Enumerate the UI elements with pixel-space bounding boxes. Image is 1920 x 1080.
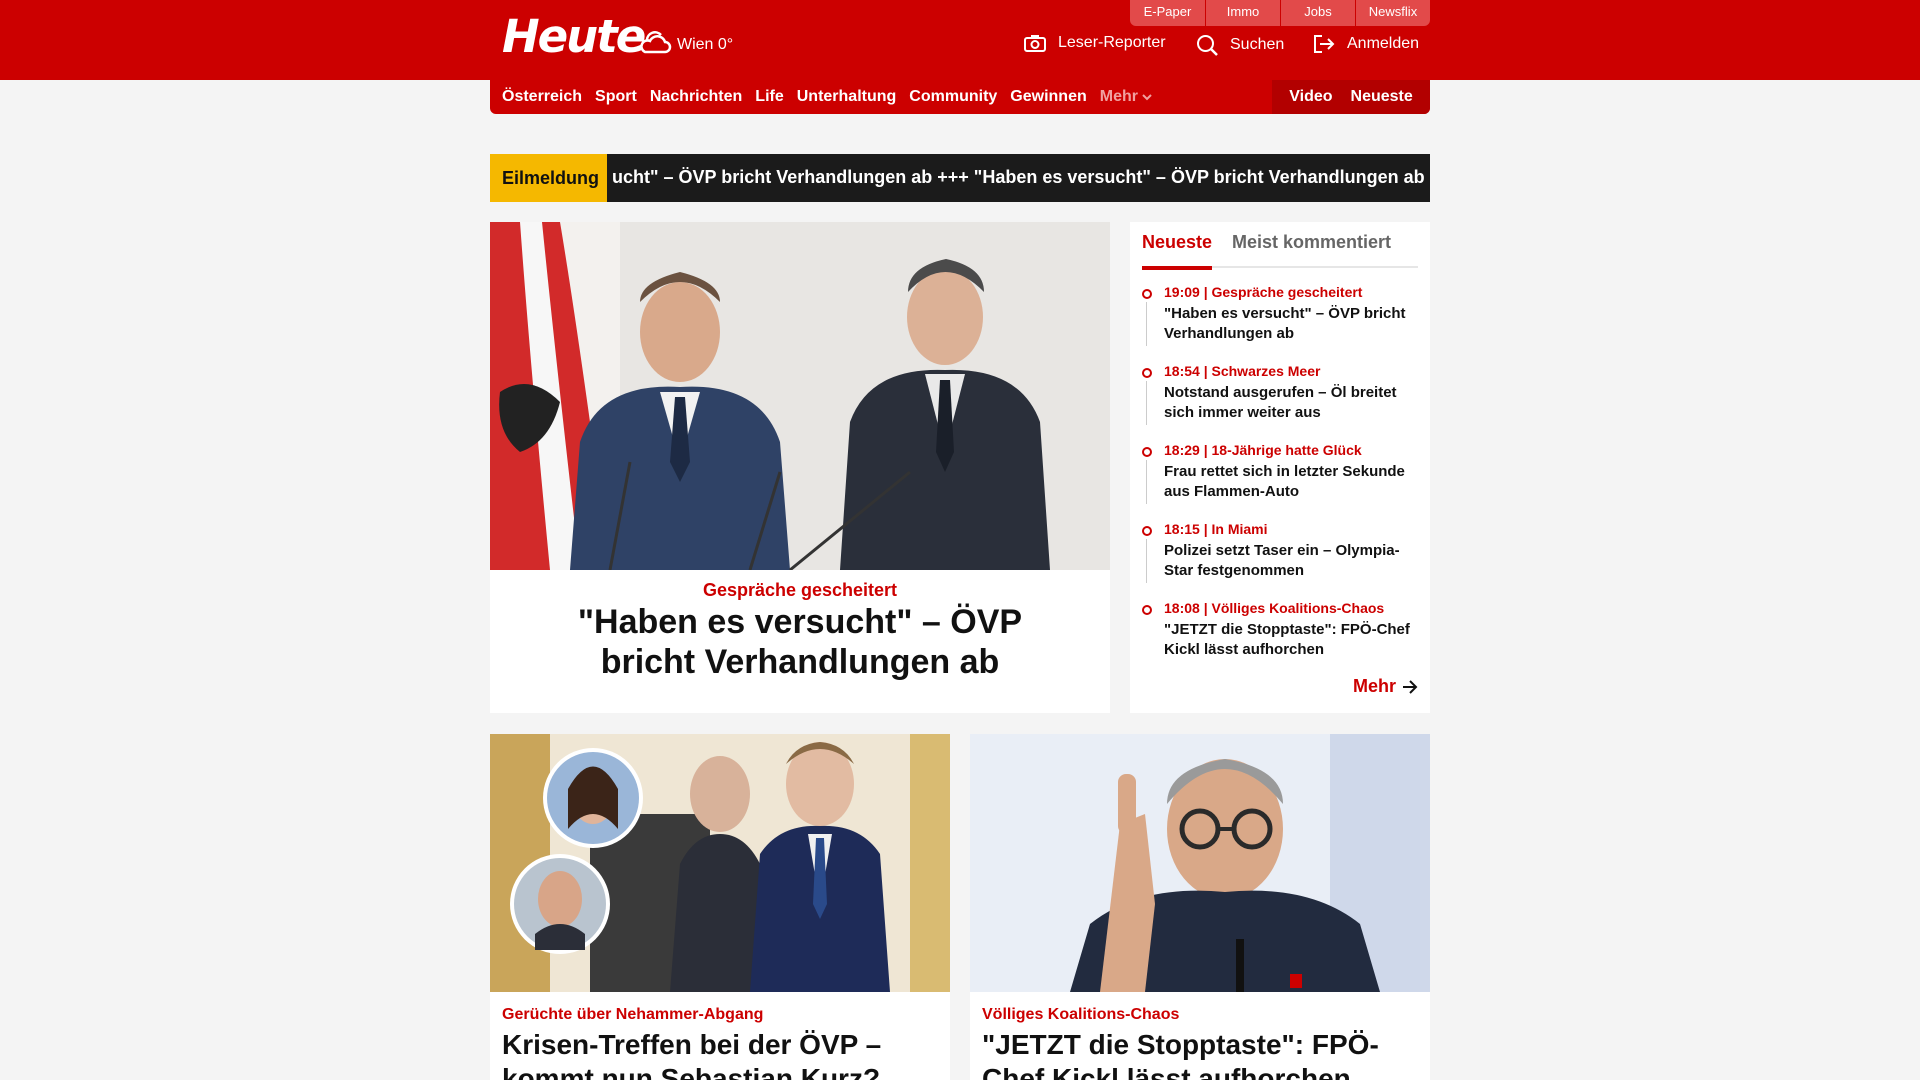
tab-meist-kommentiert[interactable]: Meist kommentiert bbox=[1232, 232, 1391, 253]
arrow-right-icon bbox=[1403, 679, 1418, 694]
news-item-meta: 18:29 | 18-Jährige hatte Glück bbox=[1164, 442, 1362, 458]
story-kicker: Völliges Koalitions-Chaos bbox=[982, 1006, 1180, 1023]
nav-item-sport[interactable]: Sport bbox=[595, 88, 637, 106]
main-story-image[interactable] bbox=[490, 222, 1110, 570]
nav-video[interactable]: Video bbox=[1289, 88, 1332, 106]
nav-item-gewinnen[interactable]: Gewinnen bbox=[1010, 88, 1086, 106]
story-image-kickl[interactable] bbox=[970, 734, 1430, 992]
nav-more-label: Mehr bbox=[1099, 88, 1138, 105]
nav-item-oesterreich[interactable]: Österreich bbox=[502, 88, 582, 106]
breaking-text[interactable]: ucht" – ÖVP bricht Verhandlungen ab +++ … bbox=[612, 167, 1430, 188]
story-title[interactable]: Krisen-Treffen bei der ÖVP – kommt nun S… bbox=[502, 1028, 942, 1080]
story-image-oevp[interactable] bbox=[490, 734, 950, 992]
main-navigation: Österreich Sport Nachrichten Life Unterh… bbox=[490, 80, 1430, 114]
main-story-title[interactable]: "Haben es versucht" – ÖVP bricht Verhand… bbox=[530, 602, 1070, 682]
timeline-dot bbox=[1142, 368, 1152, 378]
nav-item-unterhaltung[interactable]: Unterhaltung bbox=[797, 88, 897, 106]
toplink-immo[interactable]: Immo bbox=[1205, 0, 1280, 26]
tab-neueste[interactable]: Neueste bbox=[1142, 232, 1213, 270]
story-kicker: Gerüchte über Nehammer-Abgang bbox=[502, 1006, 764, 1023]
search-button[interactable]: Suchen bbox=[1196, 34, 1284, 56]
nav-more-dropdown[interactable]: Mehr bbox=[1100, 88, 1153, 106]
top-links: E-Paper Immo Jobs Newsflix bbox=[1130, 0, 1430, 26]
weather-location[interactable]: Wien 0° bbox=[677, 36, 733, 54]
story-card[interactable]: Völliges Koalitions-Chaos "JETZT die Sto… bbox=[970, 734, 1430, 1080]
main-story-card[interactable]: Gespräche gescheitert "Haben es versucht… bbox=[490, 222, 1110, 713]
latest-news-sidebar: Neueste Meist kommentiert 19:09 | Gesprä… bbox=[1130, 222, 1430, 713]
news-item-title[interactable]: Frau rettet sich in letzter Sekunde aus … bbox=[1164, 462, 1424, 502]
nav-item-nachrichten[interactable]: Nachrichten bbox=[650, 88, 742, 106]
search-icon bbox=[1197, 35, 1218, 56]
news-item-meta: 18:54 | Schwarzes Meer bbox=[1164, 363, 1321, 379]
site-logo[interactable]: Heute bbox=[502, 10, 646, 63]
news-item-title[interactable]: Polizei setzt Taser ein – Olympia-Star f… bbox=[1164, 541, 1424, 581]
timeline-dot bbox=[1142, 605, 1152, 615]
nav-right-group: Video Neueste bbox=[1272, 80, 1430, 114]
toplink-epaper[interactable]: E-Paper bbox=[1130, 0, 1205, 26]
breaking-news-ticker[interactable]: Eilmeldung ucht" – ÖVP bricht Verhandlun… bbox=[490, 154, 1430, 202]
page: Heute Wien 0° E-Paper Immo Jobs Newsflix… bbox=[0, 0, 1920, 1080]
sidebar-more-label: Mehr bbox=[1352, 676, 1396, 696]
timeline-line bbox=[1146, 381, 1147, 425]
story-card[interactable]: Gerüchte über Nehammer-Abgang Krisen-Tre… bbox=[490, 734, 950, 1080]
news-item-meta: 18:15 | In Miami bbox=[1164, 521, 1268, 537]
camera-icon bbox=[1024, 35, 1046, 52]
login-label: Anmelden bbox=[1347, 35, 1420, 52]
header-bar: Heute Wien 0° E-Paper Immo Jobs Newsflix… bbox=[0, 0, 1920, 80]
leser-reporter-label: Leser-Reporter bbox=[1058, 34, 1166, 51]
news-item-meta: 18:08 | Völliges Koalitions-Chaos bbox=[1164, 600, 1385, 616]
login-button[interactable]: Anmelden bbox=[1313, 34, 1419, 54]
main-story-kicker: Gespräche gescheitert bbox=[702, 580, 898, 600]
nav-item-life[interactable]: Life bbox=[755, 88, 783, 106]
news-item-title[interactable]: "JETZT die Stopptaste": FPÖ-Chef Kickl l… bbox=[1164, 620, 1424, 660]
timeline-dot bbox=[1142, 447, 1152, 457]
nav-items: Österreich Sport Nachrichten Life Unterh… bbox=[502, 88, 1165, 106]
cloudy-weather-icon bbox=[640, 31, 672, 54]
sidebar-tabs: Neueste Meist kommentiert bbox=[1142, 232, 1418, 270]
search-label: Suchen bbox=[1230, 36, 1285, 53]
leser-reporter-button[interactable]: Leser-Reporter bbox=[1024, 34, 1166, 52]
timeline-dot bbox=[1142, 289, 1152, 299]
breaking-label: Eilmeldung bbox=[490, 154, 607, 202]
nav-item-community[interactable]: Community bbox=[909, 88, 997, 106]
chevron-down-icon bbox=[1142, 94, 1153, 101]
news-item-meta: 19:09 | Gespräche gescheitert bbox=[1164, 284, 1363, 300]
news-item-title[interactable]: "Haben es versucht" – ÖVP bricht Verhand… bbox=[1164, 304, 1424, 344]
story-title[interactable]: "JETZT die Stopptaste": FPÖ-Chef Kickl l… bbox=[982, 1028, 1422, 1080]
timeline-line bbox=[1146, 302, 1147, 346]
toplink-newsflix[interactable]: Newsflix bbox=[1355, 0, 1430, 26]
news-item-title[interactable]: Notstand ausgerufen – Öl breitet sich im… bbox=[1164, 383, 1424, 423]
timeline-line bbox=[1146, 460, 1147, 504]
toplink-jobs[interactable]: Jobs bbox=[1280, 0, 1355, 26]
sidebar-more-link[interactable]: Mehr bbox=[1353, 676, 1418, 697]
timeline-dot bbox=[1142, 526, 1152, 536]
timeline-line bbox=[1146, 539, 1147, 583]
login-icon bbox=[1314, 35, 1335, 53]
nav-newest[interactable]: Neueste bbox=[1351, 88, 1413, 106]
